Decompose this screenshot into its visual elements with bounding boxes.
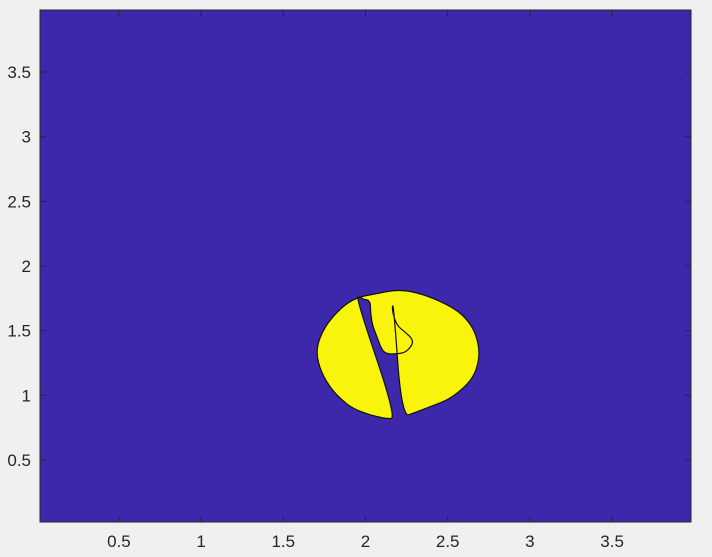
x-tick-label: 3.5 [600,532,624,551]
y-tick-label: 3.5 [7,63,31,82]
y-tick-label: 0.5 [7,451,31,470]
x-tick-label: 2.5 [436,532,460,551]
y-tick-label: 2.5 [7,192,31,211]
y-tick-label: 2 [22,257,31,276]
y-tick-label: 3 [22,128,31,147]
x-tick-label: 1 [196,532,205,551]
x-tick-label: 2 [361,532,370,551]
y-tick-label: 1.5 [7,322,31,341]
y-tick-label: 1 [22,386,31,405]
x-tick-label: 3 [525,532,534,551]
plot-area [39,9,692,523]
x-tick-label: 0.5 [107,532,131,551]
figure: 0.5 1 1.5 2 2.5 3 3.5 0.5 1 1.5 2 2.5 3 3.5 [0,0,712,557]
x-tick-label: 1.5 [271,532,295,551]
